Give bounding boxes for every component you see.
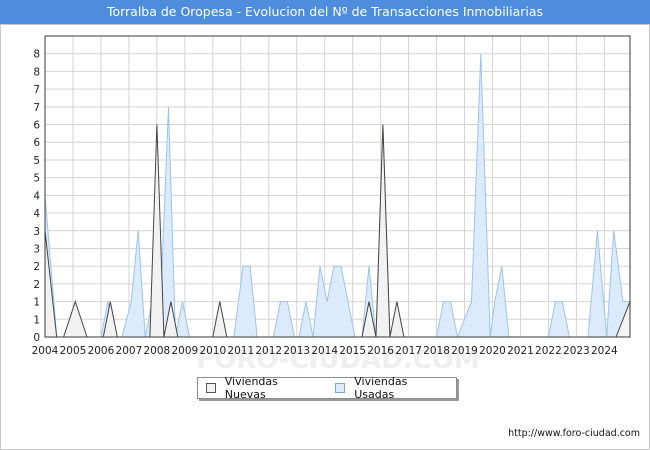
x-tick-label: 2010 <box>199 345 226 357</box>
x-tick-label: 2016 <box>367 345 394 357</box>
y-tick-label: 8 <box>33 66 40 78</box>
legend-swatch-nuevas <box>206 383 216 393</box>
x-tick-label: 2019 <box>451 345 478 357</box>
x-tick-label: 2020 <box>479 345 506 357</box>
x-tick-label: 2022 <box>535 345 562 357</box>
x-tick-label: 2009 <box>171 345 198 357</box>
source-url: http://www.foro-ciudad.com <box>508 428 640 439</box>
x-axis-labels: 2004 2005 2006 2007 2008 2009 2010 2011 2012 2013… <box>32 345 618 357</box>
x-tick-label: 2008 <box>144 345 171 357</box>
x-tick-label: 2011 <box>227 345 254 357</box>
y-tick-label: 5 <box>33 155 40 167</box>
y-tick-label: 3 <box>33 226 40 238</box>
x-tick-label: 2005 <box>60 345 87 357</box>
legend-item-nuevas: Viviendas Nuevas <box>206 375 319 401</box>
y-tick-label: 6 <box>33 137 40 149</box>
y-tick-label: 4 <box>33 208 40 220</box>
x-tick-label: 2012 <box>255 345 282 357</box>
x-tick-label: 2024 <box>591 345 618 357</box>
legend-label-usadas: Viviendas Usadas <box>354 375 408 401</box>
y-tick-label: 1 <box>33 314 40 326</box>
legend-swatch-usadas <box>335 383 346 393</box>
legend: Viviendas Nuevas Viviendas Usadas <box>197 375 457 401</box>
x-tick-label: 2006 <box>88 345 115 357</box>
x-tick-label: 2021 <box>507 345 534 357</box>
y-tick-label: 6 <box>33 120 40 132</box>
y-tick-label: 2 <box>33 279 40 291</box>
x-tick-label: 2023 <box>563 345 590 357</box>
y-tick-label: 8 <box>33 49 40 61</box>
x-tick-label: 2015 <box>339 345 366 357</box>
x-tick-label: 2014 <box>311 345 338 357</box>
x-tick-label: 2018 <box>423 345 450 357</box>
legend-item-usadas: Viviendas Usadas <box>335 375 448 401</box>
y-tick-label: 7 <box>33 84 40 96</box>
x-tick-label: 2013 <box>283 345 310 357</box>
x-tick-label: 2007 <box>116 345 143 357</box>
y-tick-label: 2 <box>33 261 40 273</box>
y-tick-label: 1 <box>33 297 40 309</box>
x-tick-label: 2017 <box>395 345 422 357</box>
y-tick-label: 3 <box>33 243 40 255</box>
y-tick-label: 4 <box>33 190 40 202</box>
y-axis-labels: 0 1 1 2 2 3 3 4 4 5 5 6 6 7 7 8 8 <box>33 49 40 344</box>
x-tick-label: 2004 <box>32 345 59 357</box>
y-tick-label: 5 <box>33 173 40 185</box>
y-tick-label: 0 <box>33 332 40 344</box>
legend-label-nuevas: Viviendas Nuevas <box>224 375 278 401</box>
y-tick-label: 7 <box>33 102 40 114</box>
